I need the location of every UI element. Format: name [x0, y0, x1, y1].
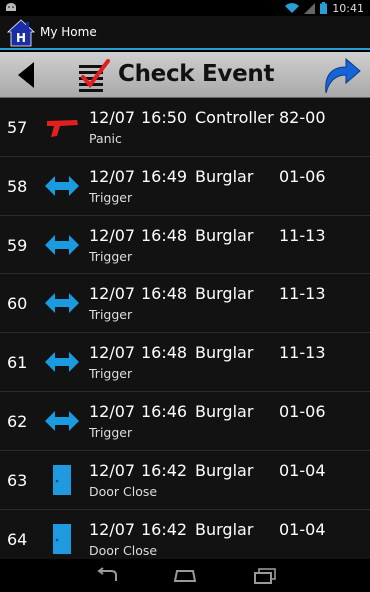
event-description: Trigger [89, 307, 133, 323]
event-date: 12/07 [89, 108, 136, 127]
back-arrow-icon[interactable] [12, 58, 42, 92]
event-type: Burglar [195, 284, 254, 304]
clock: 10:41 [332, 1, 364, 15]
system-nav-bar [0, 559, 370, 592]
event-description: Trigger [89, 248, 133, 264]
event-list[interactable]: 57 12/07 16:50 Controller 82-00 Panic 58… [0, 98, 370, 559]
checklist-icon [79, 59, 110, 92]
status-bar: 10:41 [0, 0, 370, 16]
event-description: Panic [89, 131, 122, 146]
event-zone: 01-04 [279, 460, 326, 480]
event-zone: 11-13 [279, 225, 326, 245]
event-date: 12/07 [89, 225, 136, 245]
panic-gun-icon [44, 112, 80, 142]
event-description: Door Close [89, 542, 158, 558]
trigger-arrow-icon [44, 230, 80, 260]
event-row[interactable]: 63 12/07 16:42 Burglar 01-04 Door Close [0, 450, 370, 510]
event-type: Burglar [195, 225, 254, 245]
event-time: 16:42 [141, 519, 188, 539]
event-row[interactable]: 58 12/07 16:49 Burglar 01-06 Trigger [0, 156, 370, 216]
event-date: 12/07 [89, 460, 136, 480]
event-description: Trigger [89, 189, 133, 205]
event-date: 12/07 [89, 401, 136, 421]
event-index: 63 [7, 470, 28, 490]
android-notification-icon [6, 3, 16, 11]
event-time: 16:50 [141, 108, 188, 127]
event-type: Burglar [195, 460, 254, 480]
header-toolbar: Check Event [0, 52, 370, 98]
event-index: 62 [7, 411, 28, 431]
home-app-icon[interactable]: H [6, 18, 36, 48]
event-row[interactable]: 62 12/07 16:46 Burglar 01-06 Trigger [0, 391, 370, 451]
door-close-icon [44, 464, 80, 495]
back-nav-icon[interactable] [94, 567, 120, 585]
app-title: My Home [40, 25, 97, 39]
event-description: Trigger [89, 424, 133, 440]
door-close-icon [44, 523, 80, 554]
event-index: 59 [7, 235, 28, 255]
trigger-arrow-icon [44, 288, 80, 318]
battery-icon [320, 2, 328, 14]
wifi-icon [285, 2, 300, 13]
event-row[interactable]: 60 12/07 16:48 Burglar 11-13 Trigger [0, 274, 370, 334]
event-time: 16:46 [141, 401, 188, 421]
signal-icon [304, 2, 316, 14]
event-index: 60 [7, 294, 28, 314]
event-row[interactable]: 59 12/07 16:48 Burglar 11-13 Trigger [0, 215, 370, 275]
event-row[interactable]: 64 12/07 16:42 Burglar 01-04 Door Close [0, 509, 370, 559]
event-time: 16:42 [141, 460, 188, 480]
event-date: 12/07 [89, 519, 136, 539]
event-type: Burglar [195, 401, 254, 421]
trigger-arrow-icon [44, 171, 80, 201]
event-zone: 01-06 [279, 166, 326, 186]
event-time: 16:48 [141, 225, 188, 245]
app-icon-letter: H [16, 31, 26, 45]
event-zone: 11-13 [279, 343, 326, 363]
event-description: Door Close [89, 483, 158, 499]
event-type: Burglar [195, 343, 254, 363]
event-time: 16:48 [141, 284, 188, 304]
event-type: Burglar [195, 166, 254, 186]
event-date: 12/07 [89, 284, 136, 304]
event-description: Trigger [89, 366, 133, 382]
refresh-arrow-icon[interactable] [320, 55, 362, 95]
event-type: Burglar [195, 519, 254, 539]
event-zone: 01-06 [279, 401, 326, 421]
event-time: 16:48 [141, 343, 188, 363]
action-bar: H My Home [0, 16, 370, 50]
home-nav-icon[interactable] [172, 567, 198, 585]
event-index: 57 [7, 118, 28, 137]
event-time: 16:49 [141, 166, 188, 186]
event-date: 12/07 [89, 166, 136, 186]
event-index: 64 [7, 529, 28, 549]
page-title: Check Event [118, 61, 275, 87]
event-index: 58 [7, 176, 28, 196]
trigger-arrow-icon [44, 347, 80, 377]
trigger-arrow-icon [44, 406, 80, 436]
recents-nav-icon[interactable] [252, 567, 278, 585]
event-zone: 11-13 [279, 284, 326, 304]
event-zone: 01-04 [279, 519, 326, 539]
event-zone: 82-00 [279, 108, 326, 127]
event-type: Controller [195, 108, 274, 127]
event-date: 12/07 [89, 343, 136, 363]
event-row[interactable]: 61 12/07 16:48 Burglar 11-13 Trigger [0, 333, 370, 392]
event-row[interactable]: 57 12/07 16:50 Controller 82-00 Panic [0, 98, 370, 157]
event-index: 61 [7, 353, 28, 373]
